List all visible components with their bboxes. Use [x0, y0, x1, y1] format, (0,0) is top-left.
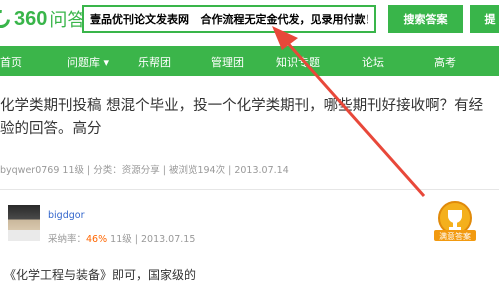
- nav-question-library[interactable]: 问题库 ▾: [67, 54, 109, 70]
- logo-text: 360: [14, 7, 48, 30]
- answer-rate: 采纳率：46% 11级 | 2013.07.15: [48, 231, 195, 245]
- question-title: 化学类期刊投稿 想混个毕业，投一个化学类期刊，哪些期刊好接收啊？有经验的回答。高…: [0, 98, 484, 137]
- nav-lebang[interactable]: 乐帮团: [138, 54, 171, 70]
- best-answer-badge-icon: 满意答案: [434, 201, 476, 241]
- nav-gaokao[interactable]: 高考: [434, 54, 456, 70]
- answer-username[interactable]: bigdgor: [48, 210, 84, 221]
- badge-text: 满意答案: [439, 231, 471, 241]
- search-box[interactable]: [82, 5, 376, 33]
- search-button[interactable]: 搜索答案: [388, 5, 463, 33]
- top-bar: 360 问答 搜索答案 提: [0, 0, 499, 42]
- search-input[interactable]: [84, 7, 374, 31]
- nav-bar: 首页 问题库 ▾ 乐帮团 管理团 知识专题 论坛 高考: [0, 46, 499, 76]
- ask-button[interactable]: 提: [470, 5, 499, 33]
- nav-home[interactable]: 首页: [0, 54, 22, 70]
- logo-text-2: 问答: [49, 10, 86, 31]
- logo-ring-icon: [0, 6, 14, 32]
- answer-text: 《化学工程与装备》即可，国家级的: [4, 268, 197, 282]
- question-meta: byqwer0769 11级 | 分类：资源分享 | 被浏览194次 | 201…: [0, 165, 289, 176]
- nav-forum[interactable]: 论坛: [362, 54, 384, 70]
- rate-label: 采纳率：: [48, 234, 87, 245]
- rate-rest: 11级 | 2013.07.15: [107, 234, 196, 245]
- site-logo[interactable]: 360 问答: [0, 6, 85, 32]
- divider: [0, 189, 499, 190]
- rate-value: 46%: [86, 234, 108, 245]
- avatar[interactable]: [8, 205, 40, 241]
- nav-manage[interactable]: 管理团: [211, 54, 244, 70]
- nav-topics[interactable]: 知识专题: [276, 54, 320, 70]
